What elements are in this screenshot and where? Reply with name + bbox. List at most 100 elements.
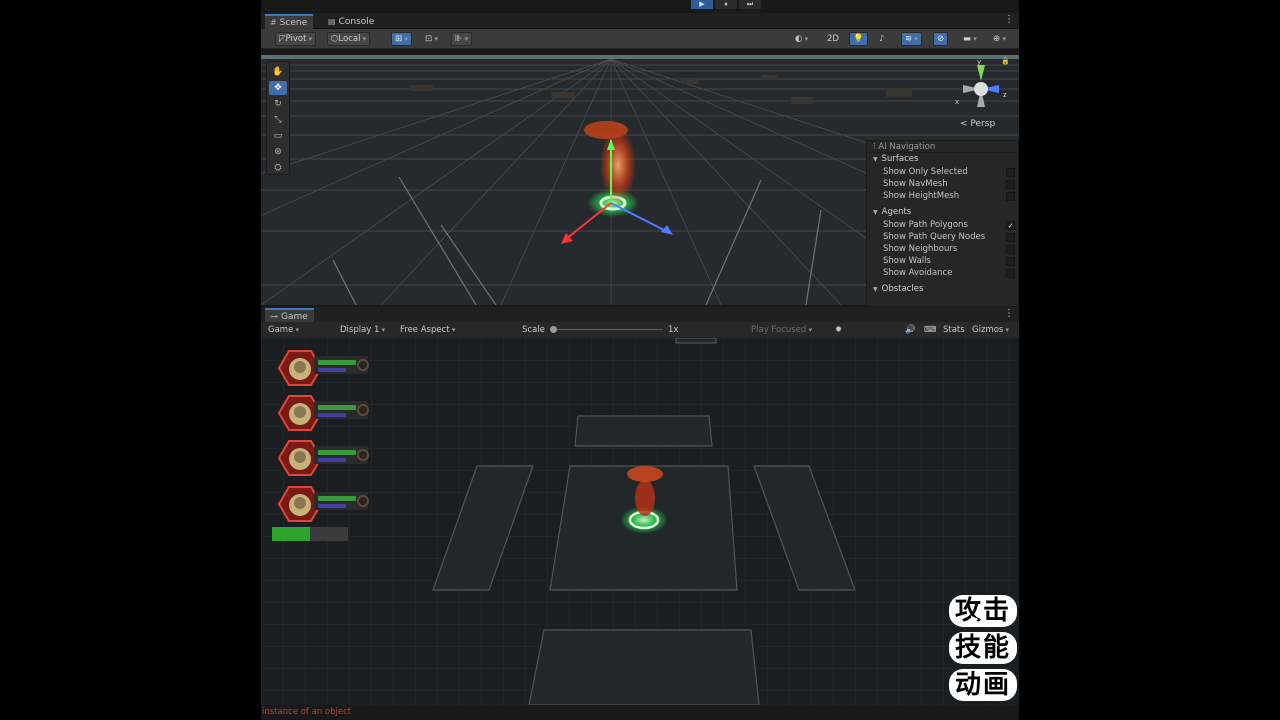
scale-slider-track[interactable] xyxy=(553,329,663,330)
watermark-line-3: 动画 xyxy=(949,669,1017,701)
gizmo-axis-y: y xyxy=(977,59,981,66)
nav-option-checkbox[interactable] xyxy=(1006,257,1015,266)
grid-toggle[interactable]: ⊡ xyxy=(421,32,442,46)
step-button[interactable]: ⏭ xyxy=(739,0,761,9)
nav-section-agents[interactable]: ▼ Agents xyxy=(867,206,1018,219)
bug-icon[interactable]: ✹ xyxy=(835,325,842,335)
keyboard-icon[interactable]: ⌨ xyxy=(924,325,936,335)
nav-option-checkbox[interactable] xyxy=(1006,245,1015,254)
aspect-select[interactable]: Free Aspect xyxy=(400,325,514,335)
tab-game-label: Game xyxy=(281,312,308,322)
mute-audio-icon[interactable]: 🔊 xyxy=(905,325,916,335)
foldout-arrow-icon[interactable]: ▼ xyxy=(873,209,878,216)
ai-navigation-title: ⁝ AI Navigation xyxy=(867,141,1018,153)
nav-section-obstacles[interactable]: ▼ Obstacles xyxy=(867,283,1018,296)
pivot-dropdown[interactable]: ◸Pivot xyxy=(275,32,317,46)
tab-game[interactable]: ⊶ Game xyxy=(265,308,314,323)
scale-value: 1x xyxy=(668,325,679,335)
projection-toggle[interactable]: < Persp xyxy=(960,119,995,129)
effects-dropdown[interactable]: ≋ xyxy=(901,32,922,46)
pause-button[interactable]: ⏸ xyxy=(715,0,737,9)
scene-menu-icon[interactable]: ⋮ xyxy=(1004,14,1014,25)
nav-option-label: Show NavMesh xyxy=(883,179,948,189)
nav-option-checkbox[interactable]: ✓ xyxy=(1006,221,1015,230)
nav-option-checkbox[interactable] xyxy=(1006,192,1015,201)
lighting-toggle[interactable]: 💡 xyxy=(849,32,868,46)
game-view[interactable] xyxy=(261,338,1019,705)
party-member[interactable] xyxy=(278,486,378,522)
gizmo-axis-x: x xyxy=(955,98,959,106)
play-mode-select[interactable]: Play Focused xyxy=(751,325,829,335)
scale-label: Scale xyxy=(522,325,545,335)
orientation-gizmo[interactable]: y z x xyxy=(951,59,1011,119)
game-menu-icon[interactable]: ⋮ xyxy=(1004,308,1014,319)
console-icon: ▤ xyxy=(328,17,336,26)
nav-section-surfaces[interactable]: ▼ Surfaces xyxy=(867,153,1018,166)
scale-tool-icon[interactable]: ⤡ xyxy=(269,113,287,127)
tab-console-label: Console xyxy=(338,17,375,27)
nav-option-label: Show Only Selected xyxy=(883,167,968,177)
unity-editor: ▶ ⏸ ⏭ #Scene ▤Console ⋮ ◸Pivot ⬡Local ⊞ … xyxy=(261,0,1019,720)
scene-toolbar: ◸Pivot ⬡Local ⊞ ⊡ ⊪ ◐ 2D 💡 ♪ ≋ ⊘ ▬ ⊕ xyxy=(261,29,1019,49)
pivot-label: Pivot xyxy=(285,34,307,44)
hidden-objects-toggle[interactable]: ⊘ xyxy=(933,32,949,46)
tab-scene[interactable]: # Scene xyxy=(265,14,314,29)
projection-label: Persp xyxy=(970,119,996,129)
move-tool-icon[interactable]: ✥ xyxy=(269,81,287,95)
party-member[interactable] xyxy=(278,440,378,476)
nav-option-row: Show Avoidance xyxy=(867,267,1018,279)
grid-snap-icon: ⊞ xyxy=(395,34,403,44)
progress-fill xyxy=(272,527,310,541)
grid-snap-toggle[interactable]: ⊞ xyxy=(391,32,412,46)
rect-tool-icon[interactable]: ▭ xyxy=(269,129,287,143)
foldout-arrow-icon[interactable]: ▼ xyxy=(873,286,878,293)
nav-option-checkbox[interactable] xyxy=(1006,180,1015,189)
hand-tool-icon[interactable]: ✋ xyxy=(269,65,287,79)
watermark-line-1: 攻击 xyxy=(949,595,1017,627)
nav-option-label: Show Avoidance xyxy=(883,268,953,278)
health-bar xyxy=(318,496,356,501)
nav-option-label: Show Path Query Nodes xyxy=(883,232,986,242)
scale-slider-thumb[interactable] xyxy=(550,326,557,333)
gizmos-scene-dropdown[interactable]: ⊕ xyxy=(989,32,1010,46)
nav-option-row: Show HeightMesh xyxy=(867,190,1018,202)
mouse-cursor-icon: ➤ xyxy=(969,612,980,626)
play-button[interactable]: ▶ xyxy=(691,0,713,9)
mana-bar xyxy=(318,413,346,417)
party-member[interactable] xyxy=(278,395,378,431)
light-bulb-icon: 💡 xyxy=(853,34,864,44)
camera-dropdown[interactable]: ▬ xyxy=(959,32,981,46)
health-bar xyxy=(318,450,356,455)
status-orb-icon xyxy=(357,495,369,507)
view-select[interactable]: Game xyxy=(268,325,332,335)
party-member[interactable] xyxy=(278,350,378,386)
lock-icon[interactable]: 🔒 xyxy=(1001,57,1010,65)
gizmos-dropdown[interactable]: Gizmos xyxy=(972,325,1009,335)
mana-bar xyxy=(318,458,346,462)
display-select[interactable]: Display 1 xyxy=(340,325,396,335)
foldout-arrow-icon[interactable]: ▼ xyxy=(873,156,878,163)
space-dropdown[interactable]: ⬡Local xyxy=(327,32,371,46)
audio-toggle[interactable]: ♪ xyxy=(875,32,889,46)
mana-bar xyxy=(318,368,346,372)
grid-visibility-icon: ⊡ xyxy=(425,34,433,44)
nav-option-checkbox[interactable] xyxy=(1006,269,1015,278)
increment-snap[interactable]: ⊪ xyxy=(451,32,473,46)
audio-icon: ♪ xyxy=(879,34,885,44)
transform-tool-icon[interactable]: ⊛ xyxy=(269,145,287,159)
watermark-logo: 攻击 技能 动画 xyxy=(947,595,1019,705)
nav-option-checkbox[interactable] xyxy=(1006,233,1015,242)
nav-option-label: Show Neighbours xyxy=(883,244,958,254)
gizmo-axis-z: z xyxy=(1003,91,1007,99)
nav-option-checkbox[interactable] xyxy=(1006,168,1015,177)
tab-console[interactable]: ▤ Console xyxy=(323,14,380,29)
nav-option-label: Show HeightMesh xyxy=(883,191,960,201)
2d-toggle[interactable]: 2D xyxy=(823,32,843,46)
rotate-tool-icon[interactable]: ↻ xyxy=(269,97,287,111)
gizmo-globe-icon: ⊕ xyxy=(993,34,1001,44)
custom-tool-icon[interactable]: ⛭ xyxy=(269,161,287,175)
nav-option-label: Show Walls xyxy=(883,256,931,266)
stats-button[interactable]: Stats xyxy=(943,325,965,335)
draw-mode-dropdown[interactable]: ◐ xyxy=(791,32,813,46)
console-status-bar[interactable]: instance of an object xyxy=(261,706,1019,720)
